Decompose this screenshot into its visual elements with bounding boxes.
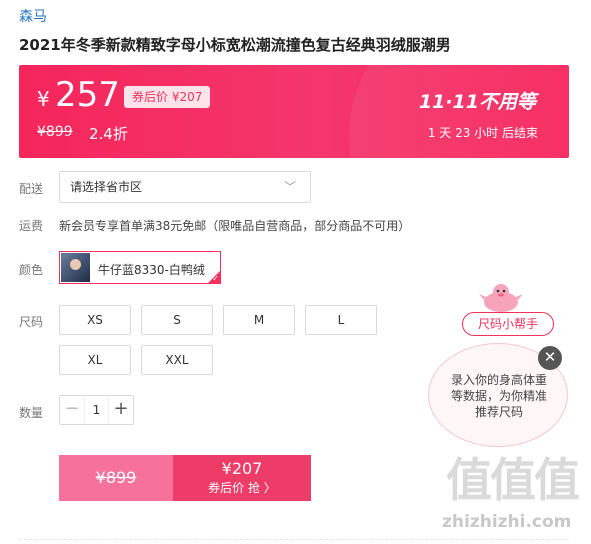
quantity-stepper: − 1 + bbox=[59, 395, 134, 425]
color-label: 颜色 bbox=[19, 263, 44, 277]
color-option-selected[interactable]: 牛仔蓝8330-白鸭绒 ✓ bbox=[59, 251, 221, 284]
watermark-site: zhizhizhi.com bbox=[442, 512, 572, 532]
promo-title: 11·11不用等 bbox=[418, 91, 536, 113]
size-option-xl[interactable]: XL bbox=[59, 345, 131, 375]
quantity-label: 数量 bbox=[19, 406, 44, 420]
color-option-label: 牛仔蓝8330-白鸭绒 bbox=[98, 263, 205, 277]
size-option-m[interactable]: M bbox=[223, 305, 295, 335]
region-select[interactable]: 请选择省市区 ﹀ bbox=[59, 171, 311, 203]
size-option-xs[interactable]: XS bbox=[59, 305, 131, 335]
coupon-price-badge: 券后价 ¥207 bbox=[124, 86, 211, 108]
quantity-value[interactable]: 1 bbox=[84, 396, 109, 424]
checkmark-icon: ✓ bbox=[212, 274, 219, 283]
original-price: ¥899 bbox=[37, 124, 73, 140]
chevron-down-icon: ﹀ bbox=[283, 180, 296, 194]
size-option-xxl[interactable]: XXL bbox=[141, 345, 213, 375]
shipping-label: 运费 bbox=[19, 219, 44, 233]
mascot-icon bbox=[479, 284, 523, 312]
brand-link[interactable]: 森马 bbox=[19, 6, 47, 26]
size-option-s[interactable]: S bbox=[141, 305, 213, 335]
size-label: 尺码 bbox=[19, 315, 44, 329]
watermark-logo: 值值值 bbox=[446, 453, 580, 507]
product-title: 2021年冬季新款精致字母小标宽松潮流撞色复古经典羽绒服潮男 bbox=[19, 36, 451, 54]
discount-label: 2.4折 bbox=[89, 125, 128, 143]
close-icon[interactable]: ✕ bbox=[538, 346, 562, 370]
product-thumbnail bbox=[61, 253, 90, 282]
size-option-l[interactable]: L bbox=[305, 305, 377, 335]
delivery-label: 配送 bbox=[19, 182, 44, 196]
current-price: 257 bbox=[55, 75, 120, 115]
buy-coupon-price: ¥207 bbox=[221, 459, 263, 478]
buy-with-coupon-button[interactable]: ¥207 券后价 抢 〉 bbox=[173, 455, 311, 501]
price-banner: ¥ 257 券后价 ¥207 ¥899 2.4折 11·11不用等 1 天 23… bbox=[19, 65, 569, 158]
plus-icon[interactable]: + bbox=[109, 396, 133, 424]
divider bbox=[19, 539, 569, 540]
promo-countdown: 1 天 23 小时 后结束 bbox=[427, 126, 538, 140]
size-helper-text: 录入你的身高体重等数据，为你精准推荐尺码 bbox=[450, 373, 547, 419]
buy-coupon-action: 券后价 抢 〉 bbox=[208, 481, 276, 495]
region-select-value: 请选择省市区 bbox=[70, 180, 143, 194]
buy-original-price-button[interactable]: ¥899 bbox=[59, 455, 173, 501]
shipping-info: 新会员专享首单满38元免邮（限唯品自营商品，部分商品不可用） bbox=[59, 219, 411, 233]
currency-symbol: ¥ bbox=[37, 87, 50, 111]
minus-icon[interactable]: − bbox=[60, 396, 84, 424]
size-helper-tag[interactable]: 尺码小帮手 bbox=[462, 312, 554, 336]
